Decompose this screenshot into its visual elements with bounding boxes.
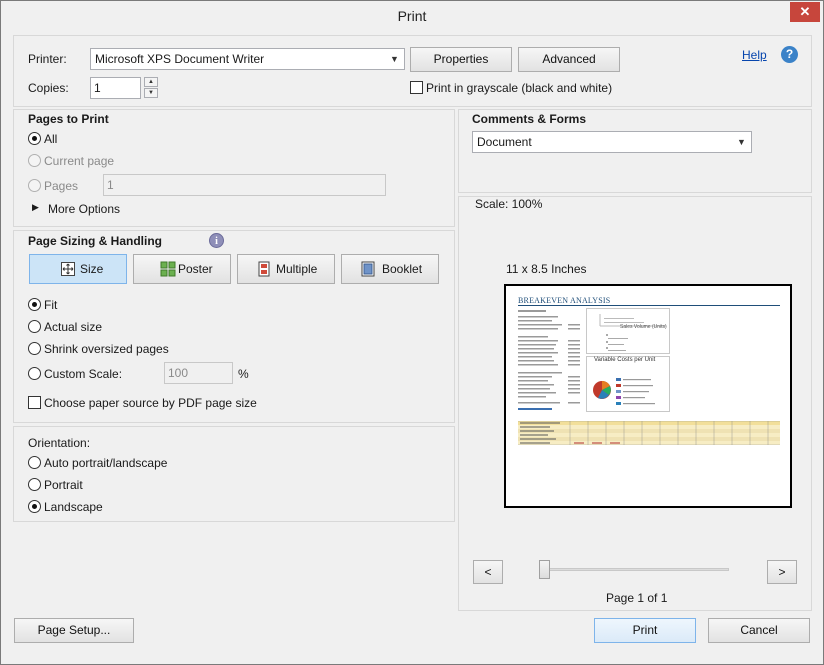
shrink-oversized-radio[interactable] (28, 342, 41, 355)
copies-down-button[interactable]: ▼ (144, 88, 158, 98)
preview-chart1-title: Sales Volume (Units) (620, 324, 667, 330)
help-link[interactable]: Help (742, 48, 767, 62)
page-slider-thumb[interactable] (539, 560, 550, 579)
fit-radio[interactable] (28, 298, 41, 311)
next-page-button[interactable]: > (767, 560, 797, 584)
all-pages-label: All (44, 132, 58, 146)
grayscale-label: Print in grayscale (black and white) (426, 81, 613, 95)
auto-orientation-radio[interactable] (28, 456, 41, 469)
current-page-radio[interactable] (28, 154, 41, 167)
expand-triangle-icon[interactable]: ▶ (32, 202, 39, 213)
print-button[interactable]: Print (594, 618, 696, 643)
portrait-label: Portrait (44, 478, 83, 492)
current-page-label: Current page (44, 154, 115, 168)
grayscale-checkbox[interactable] (410, 81, 423, 94)
multiple-mode-button[interactable]: Multiple (237, 254, 335, 284)
preview-title-rule (518, 305, 780, 306)
pages-to-print-heading: Pages to Print (28, 112, 109, 126)
comments-forms-heading: Comments & Forms (472, 112, 587, 126)
actual-size-radio[interactable] (28, 320, 41, 333)
portrait-radio[interactable] (28, 478, 41, 491)
info-icon[interactable]: i (209, 233, 224, 248)
multiple-mode-label: Multiple (276, 262, 318, 276)
cancel-button[interactable]: Cancel (708, 618, 810, 643)
fit-label: Fit (44, 298, 58, 312)
window-title: Print (397, 8, 427, 24)
page-setup-button[interactable]: Page Setup... (14, 618, 134, 643)
advanced-button[interactable]: Advanced (518, 47, 620, 72)
landscape-radio[interactable] (28, 500, 41, 513)
paper-size-label: 11 x 8.5 Inches (506, 262, 587, 276)
more-options-toggle[interactable]: More Options (48, 202, 120, 216)
booklet-icon (361, 261, 375, 277)
paper-source-checkbox[interactable] (28, 396, 41, 409)
close-button[interactable]: ✕ (790, 2, 820, 22)
properties-button[interactable]: Properties (410, 47, 512, 72)
scale-label: Scale: 100% (475, 197, 543, 211)
preview-data-table (518, 421, 780, 445)
print-dialog: Print ✕ Printer: Microsoft XPS Document … (0, 0, 824, 665)
preview-text-block (518, 310, 580, 410)
page-sizing-heading: Page Sizing & Handling (28, 234, 163, 248)
preview-sales-volume-chart (586, 308, 670, 354)
size-mode-label: Size (80, 262, 104, 276)
all-pages-radio[interactable] (28, 132, 41, 145)
printer-select-value: Microsoft XPS Document Writer (95, 52, 265, 66)
size-icon (61, 262, 75, 276)
multiple-icon (258, 261, 270, 277)
landscape-label: Landscape (44, 500, 103, 514)
poster-icon (160, 261, 176, 277)
poster-mode-label: Poster (178, 262, 213, 276)
title-bar: Print (1, 1, 823, 32)
custom-scale-label: Custom Scale: (44, 367, 123, 381)
auto-orientation-label: Auto portrait/landscape (44, 456, 168, 470)
help-icon[interactable]: ? (781, 46, 798, 63)
pages-label: Pages (44, 179, 79, 193)
printer-select[interactable]: Microsoft XPS Document Writer ▼ (90, 48, 405, 70)
custom-scale-input[interactable]: 100 (164, 362, 233, 384)
preview-variable-costs-chart (586, 356, 670, 412)
chevron-down-icon: ▼ (390, 54, 399, 64)
copies-up-button[interactable]: ▲ (144, 77, 158, 87)
chevron-down-icon: ▼ (737, 137, 746, 147)
poster-mode-button[interactable]: Poster (133, 254, 231, 284)
size-mode-button[interactable]: Size (29, 254, 127, 284)
preview-doc-title: BREAKEVEN ANALYSIS (518, 296, 611, 305)
shrink-oversized-label: Shrink oversized pages (44, 342, 169, 356)
preview-chart2-title: Variable Costs per Unit (594, 357, 656, 363)
page-slider-track[interactable] (544, 568, 729, 571)
pages-range-input[interactable]: 1 (103, 174, 386, 196)
paper-source-label: Choose paper source by PDF page size (44, 396, 257, 410)
custom-scale-radio[interactable] (28, 367, 41, 380)
copies-input[interactable]: 1 (90, 77, 141, 99)
comments-forms-value: Document (477, 135, 532, 149)
page-preview: BREAKEVEN ANALYSIS Sales Volume (Units) … (504, 284, 792, 508)
printer-label: Printer: (28, 52, 67, 66)
previous-page-button[interactable]: < (473, 560, 503, 584)
booklet-mode-button[interactable]: Booklet (341, 254, 439, 284)
comments-forms-select[interactable]: Document ▼ (472, 131, 752, 153)
percent-label: % (238, 367, 249, 381)
pages-radio[interactable] (28, 179, 41, 192)
copies-label: Copies: (28, 81, 69, 95)
orientation-heading: Orientation: (28, 436, 91, 450)
booklet-mode-label: Booklet (382, 262, 423, 276)
page-indicator: Page 1 of 1 (606, 591, 668, 605)
actual-size-label: Actual size (44, 320, 103, 334)
